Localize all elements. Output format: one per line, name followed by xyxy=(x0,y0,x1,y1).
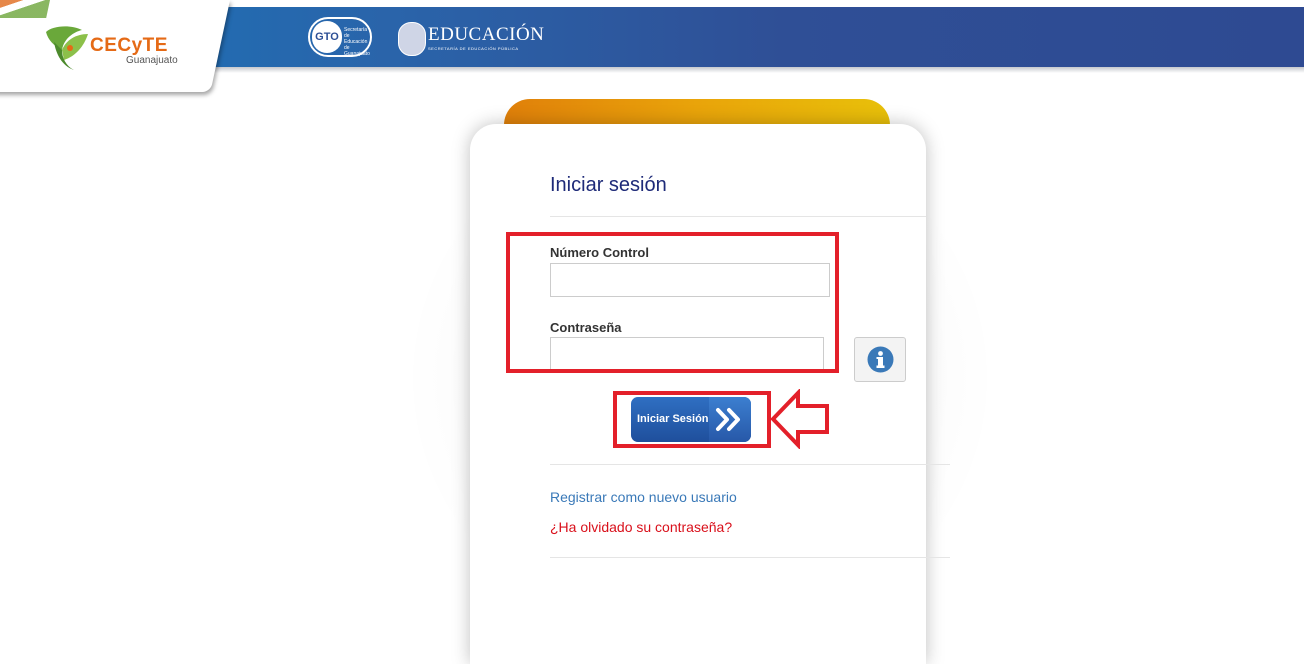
sep-logo-small-text: SECRETARÍA DE EDUCACIÓN PÚBLICA xyxy=(428,46,519,51)
highlight-login-button-box xyxy=(613,391,771,448)
brand-name: CECyTE xyxy=(90,35,168,56)
gto-logo: GTO Secretaría de Educación de Guanajuat… xyxy=(308,17,372,57)
brand-subtitle: Guanajuato xyxy=(126,55,178,66)
divider xyxy=(550,557,950,558)
highlight-credentials-box xyxy=(506,232,839,373)
site-header: CECyTE Guanajuato GTO Secretaría de Educ… xyxy=(0,0,1304,96)
register-new-user-link[interactable]: Registrar como nuevo usuario xyxy=(550,489,737,505)
left-arrow-annotation-icon xyxy=(770,389,829,449)
divider xyxy=(550,464,950,465)
divider xyxy=(550,216,926,217)
cecyte-leaf-icon xyxy=(46,26,88,70)
info-button[interactable] xyxy=(854,337,906,382)
cecyte-logo[interactable]: CECyTE Guanajuato xyxy=(40,22,180,74)
info-circle-icon xyxy=(867,346,894,373)
login-title: Iniciar sesión xyxy=(550,174,667,196)
gto-logo-small-text: Secretaría de Educación de Guanajuato xyxy=(344,27,370,57)
sep-logo: EDUCACIÓN SECRETARÍA DE EDUCACIÓN PÚBLIC… xyxy=(398,22,544,58)
forgot-password-link[interactable]: ¿Ha olvidado su contraseña? xyxy=(550,519,732,535)
national-seal-icon xyxy=(398,22,426,56)
gto-logo-text: GTO xyxy=(312,21,342,53)
sep-logo-text: EDUCACIÓN xyxy=(428,24,545,45)
